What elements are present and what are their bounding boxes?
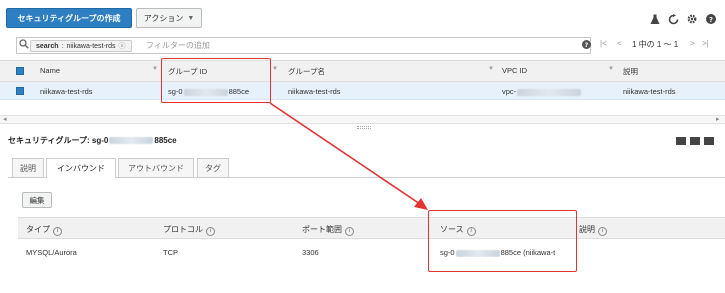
arrow-annotation: [269, 102, 428, 210]
